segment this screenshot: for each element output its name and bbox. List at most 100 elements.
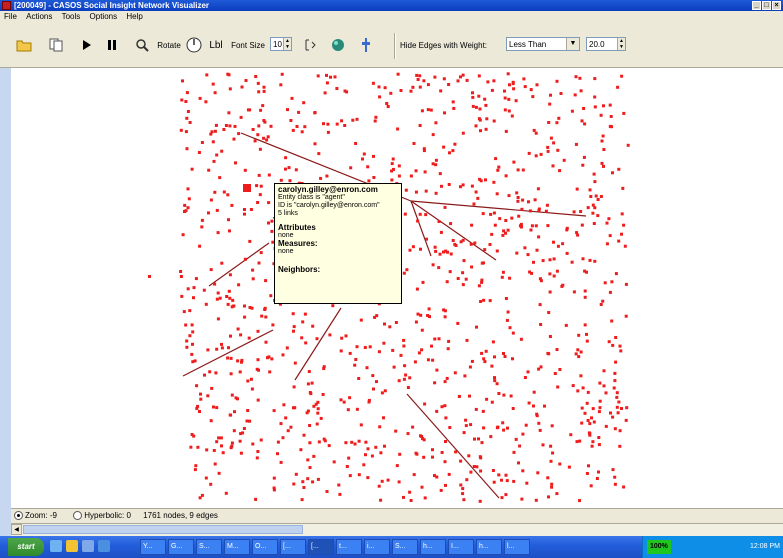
node[interactable] <box>311 480 315 484</box>
node[interactable] <box>433 337 437 341</box>
node[interactable] <box>467 454 471 458</box>
node[interactable] <box>409 499 413 502</box>
node[interactable] <box>431 455 434 459</box>
node[interactable] <box>476 196 480 200</box>
node[interactable] <box>586 390 590 394</box>
node[interactable] <box>508 276 512 280</box>
node[interactable] <box>373 119 377 123</box>
node[interactable] <box>433 75 437 79</box>
node[interactable] <box>621 186 625 190</box>
node[interactable] <box>264 340 268 344</box>
node[interactable] <box>267 221 270 225</box>
node[interactable] <box>504 473 508 477</box>
node[interactable] <box>215 297 219 301</box>
node[interactable] <box>443 309 447 313</box>
node[interactable] <box>213 462 217 466</box>
node[interactable] <box>248 419 252 423</box>
node[interactable] <box>552 257 556 261</box>
node[interactable] <box>572 210 576 214</box>
node[interactable] <box>390 169 394 173</box>
node[interactable] <box>399 89 403 92</box>
node[interactable] <box>343 124 347 127</box>
node[interactable] <box>284 156 288 160</box>
node[interactable] <box>593 259 597 263</box>
node[interactable] <box>357 377 361 380</box>
label-toggle-button[interactable]: Lbl <box>206 37 226 53</box>
node[interactable] <box>510 216 514 220</box>
node[interactable] <box>308 424 312 427</box>
node[interactable] <box>390 162 394 166</box>
node[interactable] <box>239 451 243 455</box>
node[interactable] <box>371 81 375 85</box>
node[interactable] <box>399 353 403 357</box>
node[interactable] <box>184 130 188 134</box>
node[interactable] <box>507 97 511 101</box>
node[interactable] <box>306 458 310 462</box>
node[interactable] <box>396 72 400 76</box>
node[interactable] <box>414 320 418 324</box>
node[interactable] <box>397 174 401 178</box>
node[interactable] <box>398 452 402 456</box>
node[interactable] <box>220 346 224 350</box>
node[interactable] <box>622 111 626 115</box>
tool-icon[interactable] <box>98 540 110 552</box>
node[interactable] <box>198 244 202 248</box>
node[interactable] <box>550 424 554 428</box>
node[interactable] <box>188 334 192 338</box>
node[interactable] <box>250 306 254 310</box>
node[interactable] <box>227 346 230 350</box>
node[interactable] <box>262 89 266 93</box>
node[interactable] <box>247 336 251 340</box>
node[interactable] <box>477 117 481 121</box>
node[interactable] <box>602 164 605 168</box>
node[interactable] <box>215 153 219 157</box>
node[interactable] <box>494 157 498 161</box>
node[interactable] <box>597 436 601 439</box>
node[interactable] <box>256 201 260 204</box>
node[interactable] <box>496 168 500 172</box>
node[interactable] <box>325 73 328 77</box>
node[interactable] <box>523 376 527 379</box>
node[interactable] <box>609 411 612 415</box>
menu-tools[interactable]: Tools <box>62 12 81 21</box>
node[interactable] <box>357 439 361 443</box>
node[interactable] <box>619 349 623 353</box>
node[interactable] <box>500 478 503 482</box>
node[interactable] <box>504 219 508 222</box>
node[interactable] <box>548 102 552 106</box>
node[interactable] <box>260 314 264 318</box>
node[interactable] <box>244 79 248 82</box>
node[interactable] <box>213 91 217 95</box>
node[interactable] <box>613 427 617 431</box>
node[interactable] <box>461 73 465 77</box>
node[interactable] <box>462 498 466 502</box>
node[interactable] <box>443 205 447 209</box>
node[interactable] <box>472 202 476 206</box>
node[interactable] <box>535 248 539 252</box>
adjust-button[interactable] <box>357 37 375 53</box>
node[interactable] <box>598 381 602 385</box>
node[interactable] <box>624 314 628 318</box>
node[interactable] <box>477 74 481 78</box>
node[interactable] <box>182 310 186 314</box>
node[interactable] <box>415 452 419 456</box>
node[interactable] <box>512 87 516 91</box>
taskbar-button[interactable]: S... <box>392 539 418 555</box>
play-button[interactable] <box>79 37 95 53</box>
node[interactable] <box>495 192 499 196</box>
node[interactable] <box>303 125 307 129</box>
node[interactable] <box>205 73 209 77</box>
node[interactable] <box>180 98 184 102</box>
node[interactable] <box>587 464 590 468</box>
taskbar-button[interactable]: O... <box>252 539 278 555</box>
node[interactable] <box>611 171 614 175</box>
node[interactable] <box>188 121 192 124</box>
node[interactable] <box>508 83 511 87</box>
node[interactable] <box>471 91 474 95</box>
node[interactable] <box>255 456 259 460</box>
node[interactable] <box>335 87 339 90</box>
battery-indicator[interactable]: 100% <box>647 540 671 554</box>
node[interactable] <box>221 451 225 455</box>
node[interactable] <box>459 459 463 463</box>
node[interactable] <box>216 291 220 295</box>
